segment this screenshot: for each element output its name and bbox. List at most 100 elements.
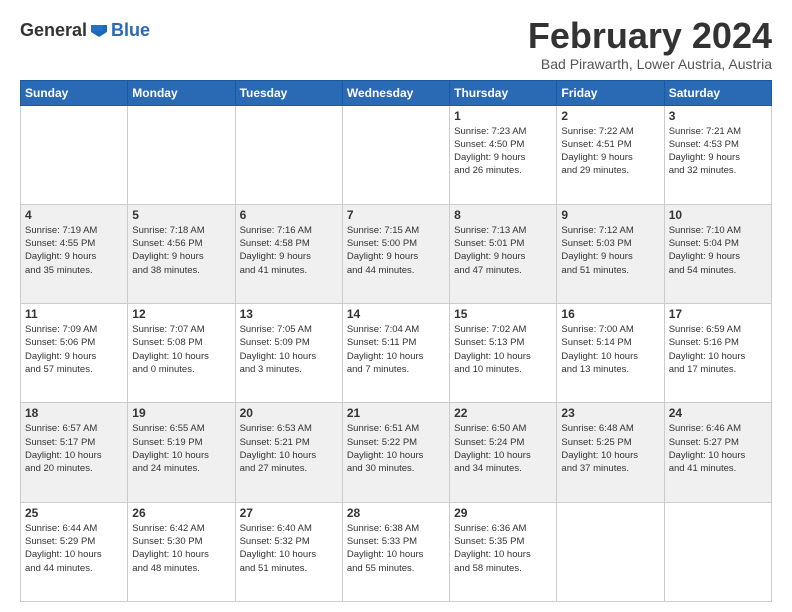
calendar-cell: 10 Sunrise: 7:10 AMSunset: 5:04 PMDayligh… (664, 204, 771, 303)
calendar-cell: 5 Sunrise: 7:18 AMSunset: 4:56 PMDaylight… (128, 204, 235, 303)
day-info: Sunrise: 6:44 AMSunset: 5:29 PMDaylight:… (25, 522, 123, 575)
calendar-cell: 11 Sunrise: 7:09 AMSunset: 5:06 PMDayligh… (21, 304, 128, 403)
day-number: 28 (347, 506, 445, 520)
day-number: 24 (669, 406, 767, 420)
day-number: 14 (347, 307, 445, 321)
calendar-cell (557, 502, 664, 601)
calendar-week-5: 25 Sunrise: 6:44 AMSunset: 5:29 PMDayligh… (21, 502, 772, 601)
calendar-cell: 9Sunrise: 7:12 AMSunset: 5:03 PMDaylight… (557, 204, 664, 303)
calendar-cell: 24 Sunrise: 6:46 AMSunset: 5:27 PMDayligh… (664, 403, 771, 502)
day-number: 10 (669, 208, 767, 222)
day-number: 12 (132, 307, 230, 321)
day-info: Sunrise: 6:57 AMSunset: 5:17 PMDaylight:… (25, 422, 123, 475)
calendar-cell: 14 Sunrise: 7:04 AMSunset: 5:11 PMDayligh… (342, 304, 449, 403)
day-info: Sunrise: 7:13 AMSunset: 5:01 PMDaylight:… (454, 224, 552, 277)
calendar-cell: 26Sunrise: 6:42 AMSunset: 5:30 PMDayligh… (128, 502, 235, 601)
day-number: 22 (454, 406, 552, 420)
day-info: Sunrise: 7:07 AMSunset: 5:08 PMDaylight:… (132, 323, 230, 376)
day-number: 6 (240, 208, 338, 222)
day-number: 27 (240, 506, 338, 520)
calendar-cell: 27 Sunrise: 6:40 AMSunset: 5:32 PMDayligh… (235, 502, 342, 601)
calendar-cell: 1Sunrise: 7:23 AMSunset: 4:50 PMDaylight… (450, 105, 557, 204)
calendar-cell: 25 Sunrise: 6:44 AMSunset: 5:29 PMDayligh… (21, 502, 128, 601)
title-block: February 2024 Bad Pirawarth, Lower Austr… (528, 16, 772, 72)
day-number: 3 (669, 109, 767, 123)
day-header-tuesday: Tuesday (235, 80, 342, 105)
day-info: Sunrise: 7:16 AMSunset: 4:58 PMDaylight:… (240, 224, 338, 277)
day-number: 1 (454, 109, 552, 123)
main-title: February 2024 (528, 16, 772, 56)
calendar-cell: 3Sunrise: 7:21 AMSunset: 4:53 PMDaylight… (664, 105, 771, 204)
calendar-cell (664, 502, 771, 601)
calendar-week-2: 4 Sunrise: 7:19 AMSunset: 4:55 PMDaylight… (21, 204, 772, 303)
calendar-week-4: 18 Sunrise: 6:57 AMSunset: 5:17 PMDayligh… (21, 403, 772, 502)
day-info: Sunrise: 6:46 AMSunset: 5:27 PMDaylight:… (669, 422, 767, 475)
calendar-cell: 29Sunrise: 6:36 AMSunset: 5:35 PMDayligh… (450, 502, 557, 601)
day-info: Sunrise: 6:36 AMSunset: 5:35 PMDaylight:… (454, 522, 552, 575)
day-header-monday: Monday (128, 80, 235, 105)
calendar-cell: 22Sunrise: 6:50 AMSunset: 5:24 PMDayligh… (450, 403, 557, 502)
calendar-cell: 17 Sunrise: 6:59 AMSunset: 5:16 PMDayligh… (664, 304, 771, 403)
calendar-cell: 18 Sunrise: 6:57 AMSunset: 5:17 PMDayligh… (21, 403, 128, 502)
calendar-cell: 23 Sunrise: 6:48 AMSunset: 5:25 PMDayligh… (557, 403, 664, 502)
logo-flag-icon (89, 21, 109, 41)
day-info: Sunrise: 7:04 AMSunset: 5:11 PMDaylight:… (347, 323, 445, 376)
logo-general: General (20, 20, 87, 40)
calendar-cell: 7Sunrise: 7:15 AMSunset: 5:00 PMDaylight… (342, 204, 449, 303)
day-info: Sunrise: 7:18 AMSunset: 4:56 PMDaylight:… (132, 224, 230, 277)
day-info: Sunrise: 7:00 AMSunset: 5:14 PMDaylight:… (561, 323, 659, 376)
day-info: Sunrise: 6:38 AMSunset: 5:33 PMDaylight:… (347, 522, 445, 575)
page: General Blue February 2024 Bad Pirawarth… (0, 0, 792, 612)
calendar-header-row: SundayMondayTuesdayWednesdayThursdayFrid… (21, 80, 772, 105)
calendar-week-1: 1Sunrise: 7:23 AMSunset: 4:50 PMDaylight… (21, 105, 772, 204)
calendar-cell: 16 Sunrise: 7:00 AMSunset: 5:14 PMDayligh… (557, 304, 664, 403)
day-number: 13 (240, 307, 338, 321)
calendar-cell: 15 Sunrise: 7:02 AMSunset: 5:13 PMDayligh… (450, 304, 557, 403)
calendar-cell: 28 Sunrise: 6:38 AMSunset: 5:33 PMDayligh… (342, 502, 449, 601)
day-info: Sunrise: 7:12 AMSunset: 5:03 PMDaylight:… (561, 224, 659, 277)
day-number: 8 (454, 208, 552, 222)
calendar-week-3: 11 Sunrise: 7:09 AMSunset: 5:06 PMDayligh… (21, 304, 772, 403)
day-info: Sunrise: 6:55 AMSunset: 5:19 PMDaylight:… (132, 422, 230, 475)
day-header-saturday: Saturday (664, 80, 771, 105)
day-info: Sunrise: 7:09 AMSunset: 5:06 PMDaylight:… (25, 323, 123, 376)
day-info: Sunrise: 6:53 AMSunset: 5:21 PMDaylight:… (240, 422, 338, 475)
day-number: 5 (132, 208, 230, 222)
day-number: 21 (347, 406, 445, 420)
day-number: 25 (25, 506, 123, 520)
calendar-cell: 4 Sunrise: 7:19 AMSunset: 4:55 PMDaylight… (21, 204, 128, 303)
day-number: 4 (25, 208, 123, 222)
day-number: 11 (25, 307, 123, 321)
logo-blue: Blue (111, 20, 150, 41)
day-number: 16 (561, 307, 659, 321)
logo-text: General Blue (20, 20, 150, 41)
calendar-cell: 20 Sunrise: 6:53 AMSunset: 5:21 PMDayligh… (235, 403, 342, 502)
calendar-table: SundayMondayTuesdayWednesdayThursdayFrid… (20, 80, 772, 602)
calendar-cell: 12 Sunrise: 7:07 AMSunset: 5:08 PMDayligh… (128, 304, 235, 403)
header: General Blue February 2024 Bad Pirawarth… (20, 16, 772, 72)
day-info: Sunrise: 6:59 AMSunset: 5:16 PMDaylight:… (669, 323, 767, 376)
calendar-cell: 19 Sunrise: 6:55 AMSunset: 5:19 PMDayligh… (128, 403, 235, 502)
day-number: 23 (561, 406, 659, 420)
calendar-cell (21, 105, 128, 204)
day-info: Sunrise: 7:19 AMSunset: 4:55 PMDaylight:… (25, 224, 123, 277)
day-header-friday: Friday (557, 80, 664, 105)
calendar-cell (128, 105, 235, 204)
day-info: Sunrise: 7:10 AMSunset: 5:04 PMDaylight:… (669, 224, 767, 277)
day-info: Sunrise: 6:42 AMSunset: 5:30 PMDaylight:… (132, 522, 230, 575)
day-info: Sunrise: 7:05 AMSunset: 5:09 PMDaylight:… (240, 323, 338, 376)
day-header-wednesday: Wednesday (342, 80, 449, 105)
day-header-thursday: Thursday (450, 80, 557, 105)
day-info: Sunrise: 7:02 AMSunset: 5:13 PMDaylight:… (454, 323, 552, 376)
day-info: Sunrise: 6:48 AMSunset: 5:25 PMDaylight:… (561, 422, 659, 475)
calendar-cell (235, 105, 342, 204)
day-number: 7 (347, 208, 445, 222)
day-info: Sunrise: 6:40 AMSunset: 5:32 PMDaylight:… (240, 522, 338, 575)
day-header-sunday: Sunday (21, 80, 128, 105)
day-number: 19 (132, 406, 230, 420)
day-number: 17 (669, 307, 767, 321)
day-number: 15 (454, 307, 552, 321)
day-number: 20 (240, 406, 338, 420)
day-info: Sunrise: 7:22 AMSunset: 4:51 PMDaylight:… (561, 125, 659, 178)
day-number: 18 (25, 406, 123, 420)
